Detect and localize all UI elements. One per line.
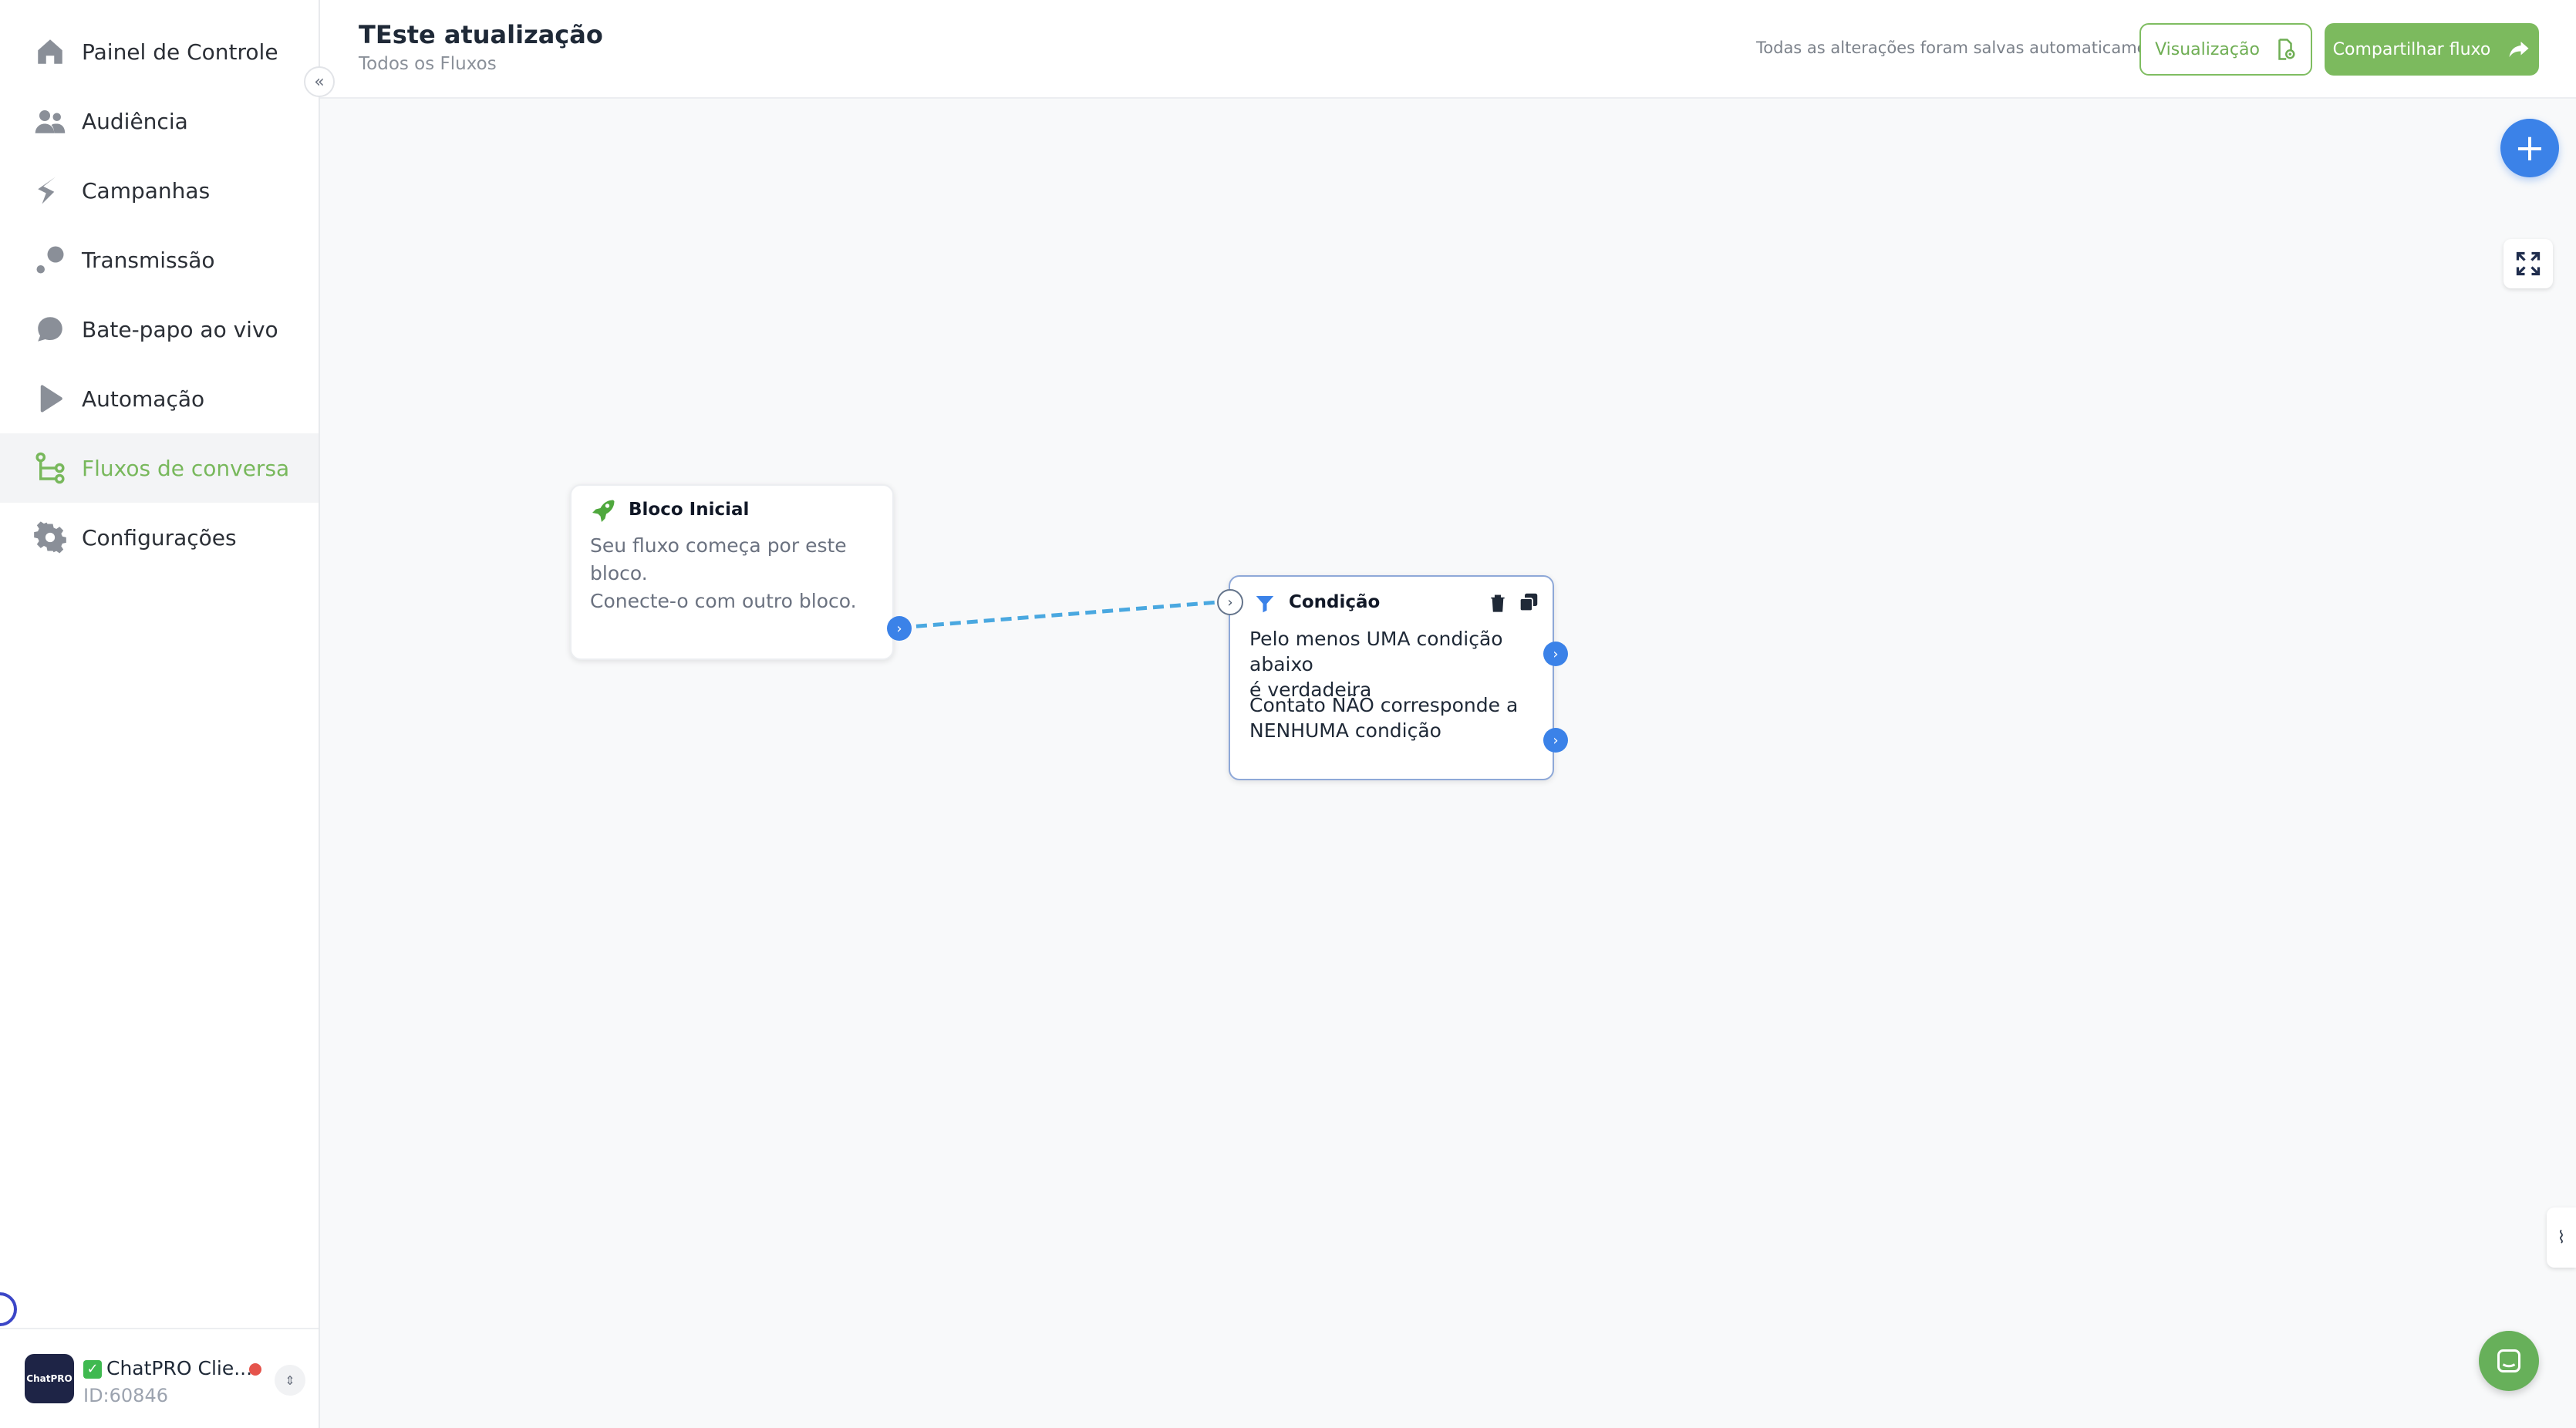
account-name: ✓ ChatPRO Clie...: [83, 1357, 252, 1379]
delete-icon[interactable]: [1488, 592, 1508, 614]
chat-icon: [34, 313, 66, 345]
autosave-status: Todas as alterações foram salvas automat…: [1756, 39, 2174, 57]
fullscreen-button[interactable]: [2504, 239, 2553, 288]
chat-bubble-icon: [2497, 1349, 2520, 1372]
condition-branch-false-line: NENHUMA condição: [1249, 719, 1441, 742]
sidebar-item-label: Bate-papo ao vivo: [82, 316, 278, 342]
account-name-text: ChatPRO Clie...: [106, 1357, 253, 1379]
start-block-description: Seu fluxo começa por este bloco. Conecte…: [590, 532, 892, 615]
check-icon: ✓: [83, 1360, 102, 1379]
share-label: Compartilhar fluxo: [2332, 39, 2491, 59]
condition-true-output-port[interactable]: ›: [1543, 642, 1568, 666]
expand-icon: [2516, 251, 2541, 276]
avatar-text: ChatPRO: [26, 1373, 72, 1384]
sidebar-item-broadcast[interactable]: Transmissão: [0, 225, 319, 295]
home-icon: [34, 35, 66, 68]
avatar: ChatPRO: [25, 1354, 74, 1403]
sidebar-item-settings[interactable]: Configurações: [0, 503, 319, 572]
users-icon: [34, 105, 66, 137]
share-icon: [2509, 42, 2529, 57]
sidebar-item-label: Transmissão: [82, 247, 215, 273]
condition-branch-true: Pelo menos UMA condição abaixo é verdade…: [1249, 626, 1553, 702]
sidebar-item-label: Configurações: [82, 524, 237, 551]
account-id: ID:60846: [83, 1385, 168, 1406]
chevron-right-icon: ›: [1553, 645, 1559, 662]
side-panel-toggle[interactable]: ⌇: [2547, 1207, 2576, 1268]
condition-block-title: Condição: [1289, 592, 1381, 612]
share-flow-button[interactable]: Compartilhar fluxo: [2325, 23, 2539, 76]
sidebar: Painel de Controle Audiência Campanhas T…: [0, 0, 320, 1428]
status-dot: [249, 1363, 261, 1376]
filter-icon: [1256, 596, 1274, 613]
start-block-title: Bloco Inicial: [629, 500, 750, 520]
collapse-sidebar-button[interactable]: «: [304, 66, 335, 97]
page-title: TEste atualização: [359, 20, 603, 49]
condition-branch-true-line: Pelo menos UMA condição abaixo: [1249, 628, 1503, 675]
start-block-description-line: Conecte-o com outro bloco.: [590, 590, 857, 612]
condition-input-port[interactable]: ›: [1217, 589, 1243, 615]
chevron-right-icon: ›: [896, 620, 902, 637]
campaign-icon: [34, 174, 66, 207]
sidebar-nav: Painel de Controle Audiência Campanhas T…: [0, 17, 319, 572]
graph-icon: ⌇: [2557, 1228, 2566, 1248]
page-header: TEste atualização Todos os Fluxos Todas …: [320, 0, 2576, 99]
duplicate-icon[interactable]: [1517, 591, 1540, 614]
sidebar-item-dashboard[interactable]: Painel de Controle: [0, 17, 319, 86]
sidebar-item-audience[interactable]: Audiência: [0, 86, 319, 156]
support-chat-button[interactable]: [2479, 1331, 2539, 1391]
sidebar-item-label: Audiência: [82, 108, 188, 134]
sidebar-item-label: Automação: [82, 386, 205, 412]
start-block-output-port[interactable]: ›: [887, 616, 912, 641]
condition-false-output-port[interactable]: ›: [1543, 728, 1568, 753]
sidebar-item-label: Painel de Controle: [82, 39, 278, 65]
rocket-icon: [592, 500, 615, 522]
start-block-description-line: Seu fluxo começa por este bloco.: [590, 534, 847, 584]
preview-icon: [2278, 39, 2295, 60]
preview-button[interactable]: Visualização: [2139, 23, 2312, 76]
condition-block[interactable]: Condição Pelo menos UMA condição abaixo …: [1229, 575, 1554, 780]
add-block-button[interactable]: +: [2500, 119, 2559, 177]
sidebar-item-automation[interactable]: Automação: [0, 364, 319, 433]
broadcast-icon: [34, 244, 66, 276]
chevron-right-icon: ›: [1227, 594, 1233, 611]
chevrons-left-icon: «: [314, 72, 325, 92]
breadcrumb[interactable]: Todos os Fluxos: [359, 54, 497, 74]
chevron-right-icon: ›: [1553, 732, 1559, 749]
chevron-up-down-icon[interactable]: ⇕: [275, 1365, 305, 1396]
account-switcher[interactable]: ChatPRO ✓ ChatPRO Clie... ID:60846 ⇕: [0, 1328, 319, 1428]
automation-icon: [34, 382, 66, 415]
sidebar-item-label: Fluxos de conversa: [82, 455, 290, 481]
condition-branch-false: Contato NÃO corresponde a NENHUMA condiç…: [1249, 692, 1518, 743]
plus-icon: +: [2514, 126, 2546, 170]
sidebar-item-live-chat[interactable]: Bate-papo ao vivo: [0, 295, 319, 364]
preview-label: Visualização: [2155, 39, 2260, 59]
start-block[interactable]: Bloco Inicial Seu fluxo começa por este …: [570, 484, 894, 660]
flow-icon: [34, 452, 66, 484]
condition-branch-false-line: Contato NÃO corresponde a: [1249, 694, 1519, 716]
sidebar-item-conversation-flows[interactable]: Fluxos de conversa: [0, 433, 319, 503]
sidebar-item-label: Campanhas: [82, 177, 211, 204]
sidebar-item-campaigns[interactable]: Campanhas: [0, 156, 319, 225]
gear-icon: [34, 521, 66, 554]
